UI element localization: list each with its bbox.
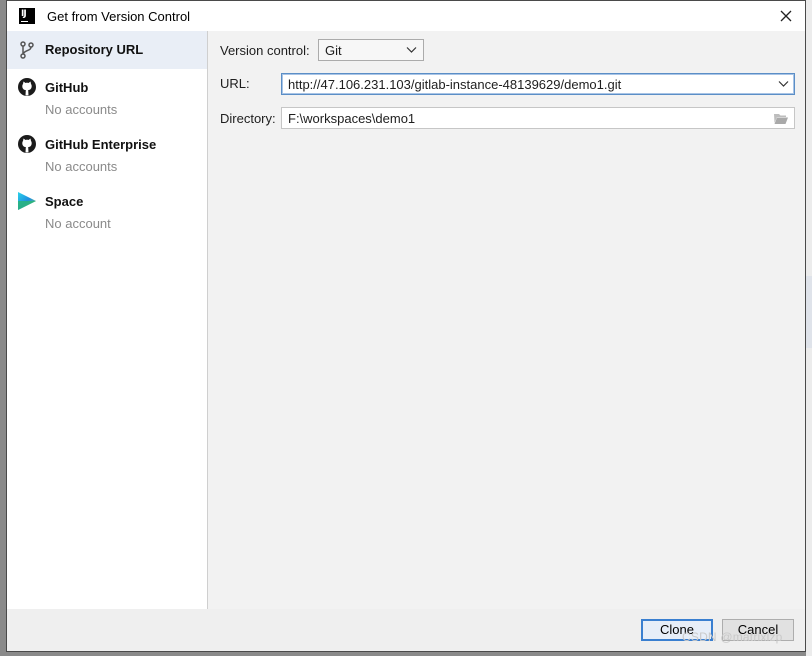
- get-from-vcs-dialog: IJ Get from Version Control Repository U…: [6, 0, 806, 652]
- title-bar: IJ Get from Version Control: [7, 1, 805, 31]
- intellij-app-icon: IJ: [19, 8, 35, 24]
- chevron-down-icon: [406, 47, 417, 53]
- sidebar-item-github-enterprise[interactable]: GitHub Enterprise No accounts: [7, 128, 207, 180]
- sidebar-item-github[interactable]: GitHub No accounts: [7, 71, 207, 123]
- sidebar-item-account-status: No accounts: [45, 159, 118, 174]
- directory-value: F:\workspaces\demo1: [288, 111, 416, 126]
- close-icon: [780, 10, 792, 22]
- version-control-select[interactable]: Git: [318, 39, 424, 61]
- sidebar-item-label: Repository URL: [45, 42, 144, 57]
- directory-input[interactable]: F:\workspaces\demo1: [281, 107, 795, 129]
- sidebar-item-repository-url[interactable]: Repository URL: [7, 31, 207, 69]
- directory-label: Directory:: [220, 111, 276, 126]
- close-button[interactable]: [775, 5, 797, 27]
- sidebar-item-account-status: No accounts: [45, 102, 118, 117]
- sidebar-item-label: GitHub: [45, 80, 89, 95]
- watermark: CSDN @matrixlzp: [682, 630, 783, 644]
- url-label: URL:: [220, 76, 250, 91]
- sidebar-item-label: GitHub Enterprise: [45, 137, 157, 152]
- branch-icon: [20, 41, 34, 59]
- version-control-label: Version control:: [220, 43, 310, 58]
- github-icon: [18, 135, 36, 153]
- vcs-source-list: Repository URL GitHub No accounts GitHub…: [7, 31, 208, 609]
- version-control-value: Git: [325, 43, 342, 58]
- sidebar-item-space[interactable]: Space No account: [7, 185, 207, 237]
- background-window-band: [806, 276, 812, 348]
- window-title: Get from Version Control: [47, 9, 191, 24]
- space-icon: [18, 192, 36, 210]
- github-icon: [18, 78, 36, 96]
- url-value: http://47.106.231.103/gitlab-instance-48…: [288, 77, 622, 92]
- sidebar-item-label: Space: [45, 194, 84, 209]
- chevron-down-icon[interactable]: [778, 80, 789, 88]
- app-icon-text: IJ: [21, 9, 27, 19]
- url-input[interactable]: http://47.106.231.103/gitlab-instance-48…: [281, 73, 795, 95]
- sidebar-item-account-status: No account: [45, 216, 111, 231]
- folder-icon[interactable]: [773, 112, 789, 125]
